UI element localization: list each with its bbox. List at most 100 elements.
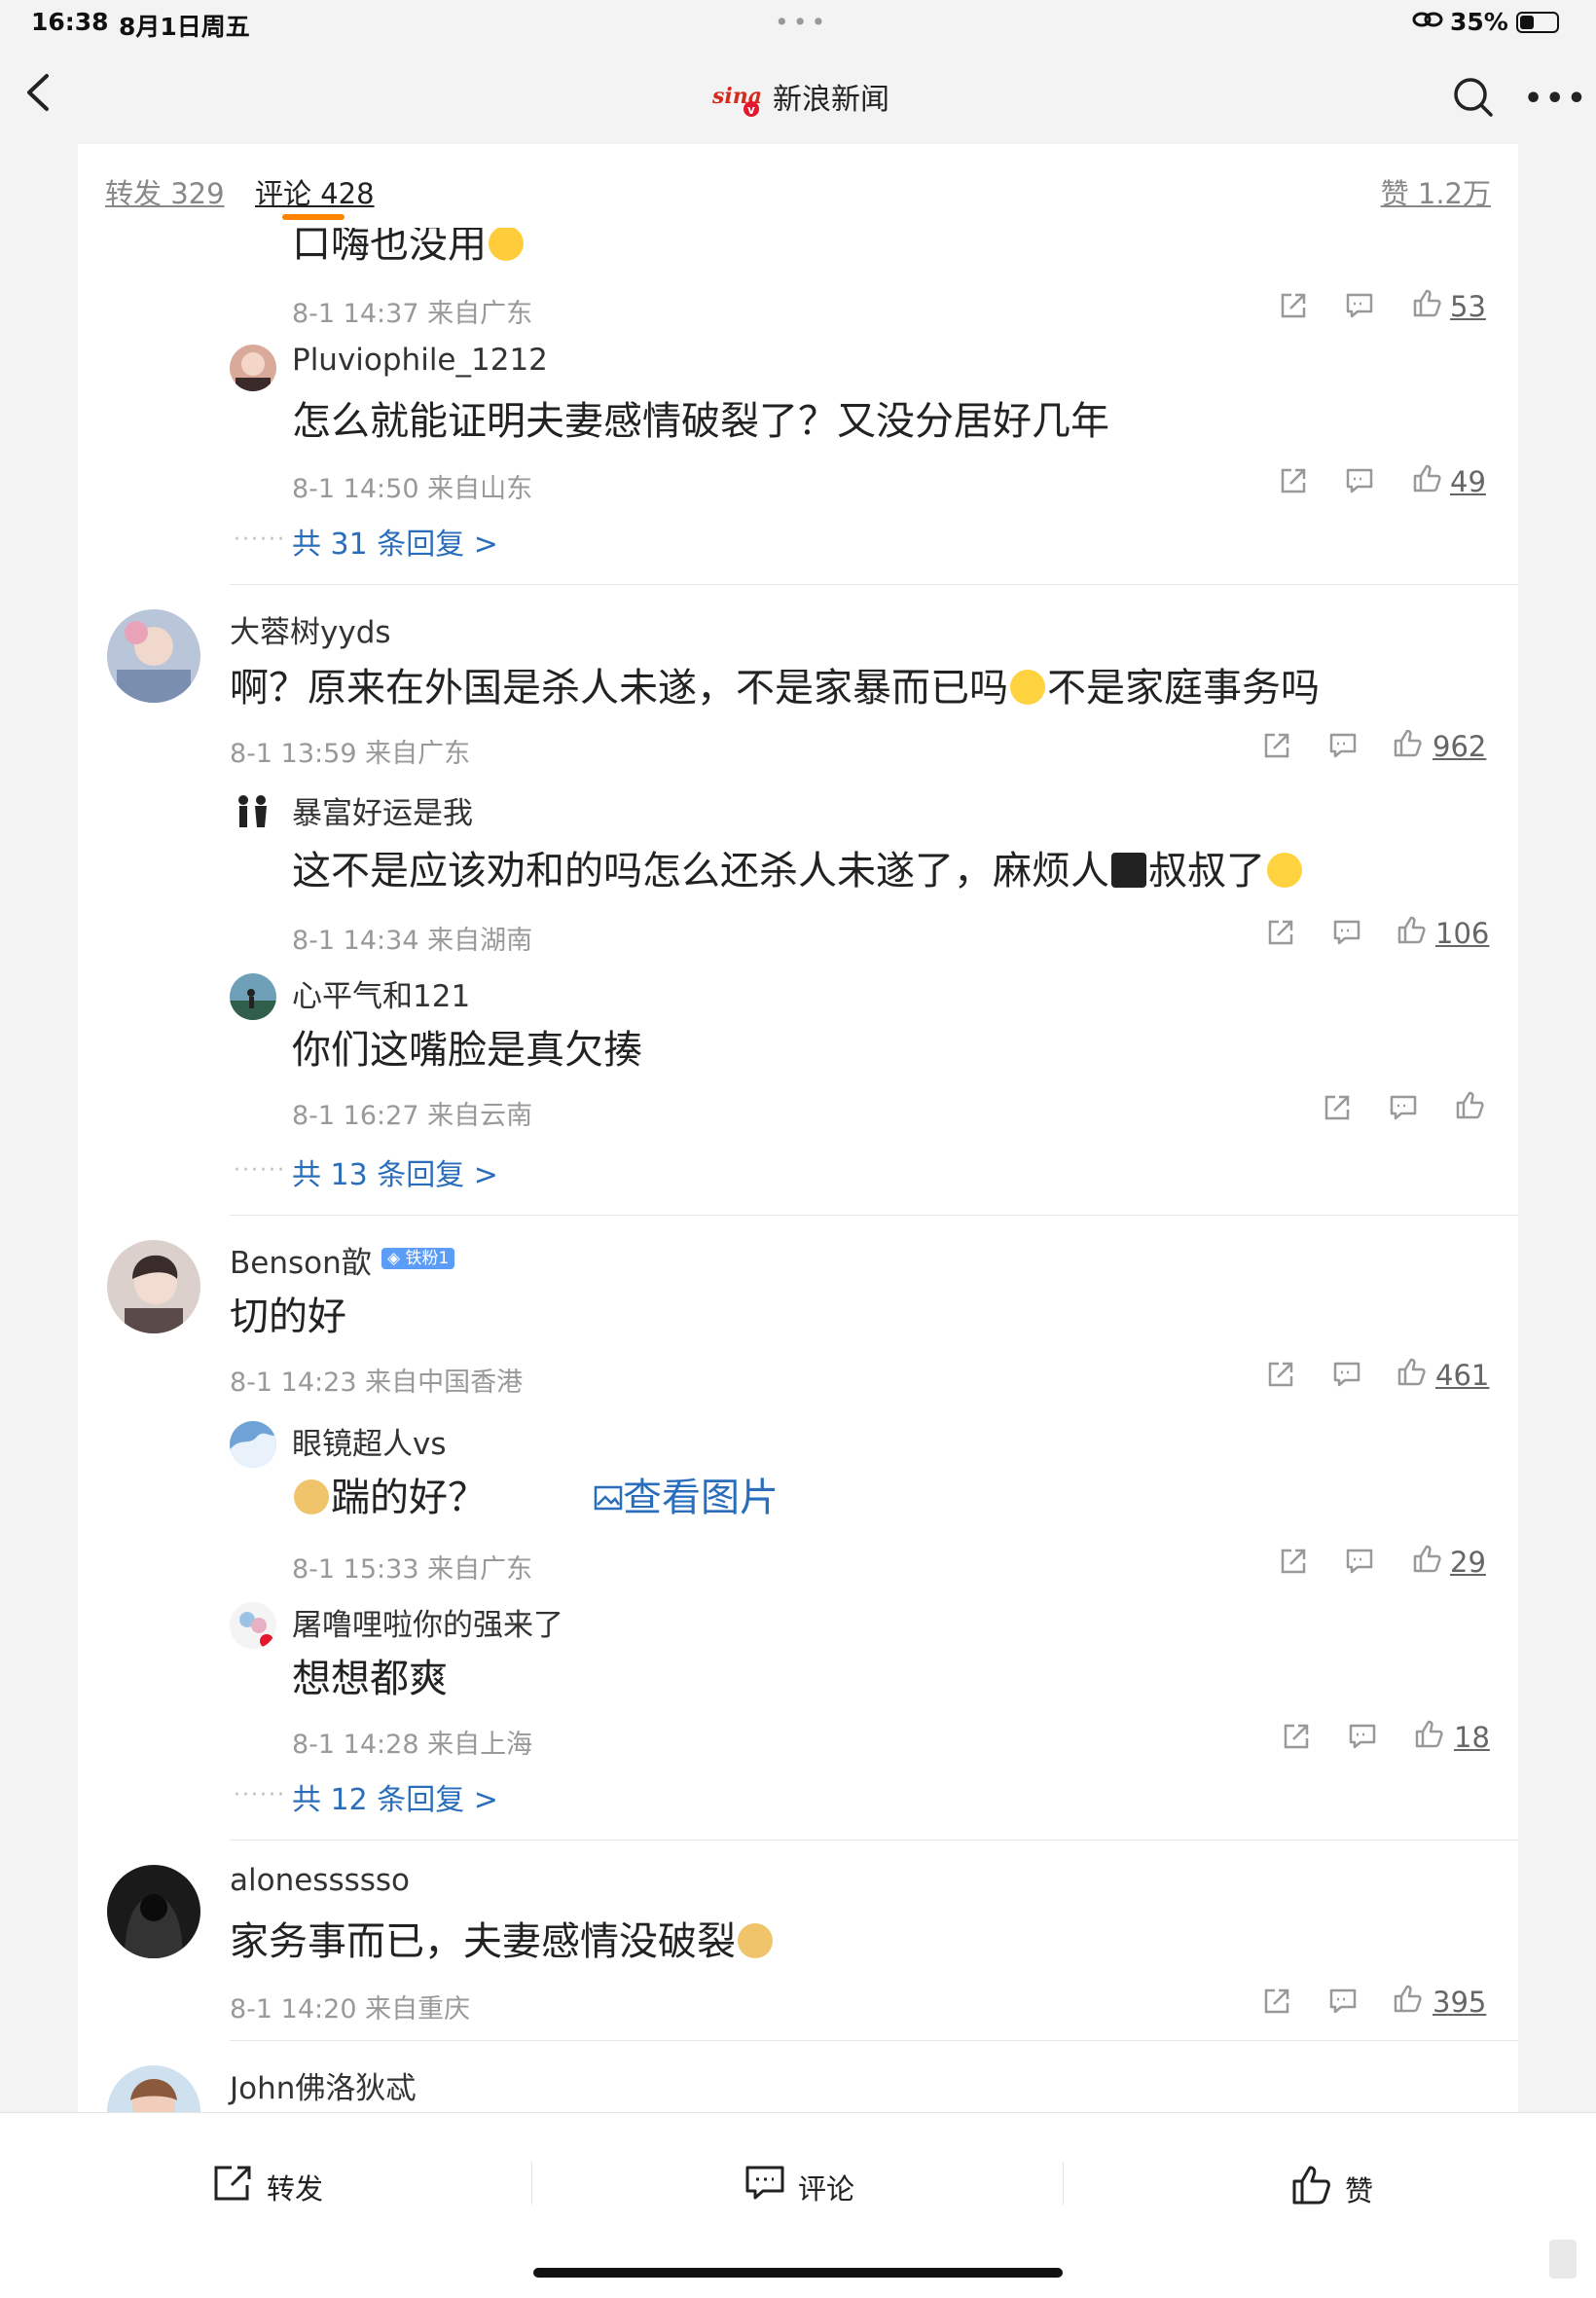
share-icon[interactable] (1281, 1721, 1312, 1752)
avatar[interactable] (230, 345, 276, 391)
reply-text: 你们这嘴脸是真欠揍 (292, 1028, 642, 1073)
like-count[interactable]: 53 (1450, 290, 1486, 323)
reply-meta: 8-1 15:33 来自广东 (292, 1554, 533, 1585)
left-gutter (0, 144, 78, 2112)
status-bar: 16:38 8月1日周五 ••• 35% (0, 0, 1596, 47)
comment-button[interactable]: 评论 (744, 2164, 854, 2209)
comment-icon[interactable] (1344, 1546, 1375, 1577)
comment-icon[interactable] (1388, 1092, 1419, 1123)
comment-icon (744, 2164, 786, 2209)
divider (230, 1215, 1518, 1216)
svg-text:v: v (747, 103, 755, 117)
like-count[interactable]: 29 (1450, 1546, 1486, 1579)
like-icon[interactable] (1454, 1090, 1485, 1121)
share-icon[interactable] (1278, 465, 1309, 496)
divider (230, 2040, 1518, 2041)
reply-text: 怎么就能证明夫妻感情破裂了？又没分居好几年 (292, 399, 1109, 444)
right-gutter (1518, 144, 1596, 2112)
comment-icon[interactable] (1347, 1721, 1378, 1752)
like-count[interactable]: 18 (1454, 1721, 1490, 1754)
tab-comment[interactable]: 评论 428 (255, 171, 375, 212)
avatar[interactable] (107, 1865, 200, 1958)
comment-list: 口嗨也没用 8-1 14:37 来自广东 53 Pluviophile_1212… (78, 228, 1518, 2112)
comment-author[interactable]: alonessssso (230, 1863, 410, 1898)
more-replies-link[interactable]: 共 12 条回复 > (292, 1775, 498, 1818)
reply-author[interactable]: 暴富好运是我 (292, 788, 473, 832)
dotted-leader: ······ (234, 528, 286, 552)
more-icon[interactable]: ••• (1524, 82, 1589, 116)
share-icon[interactable] (1261, 730, 1292, 761)
reply-author[interactable]: 眼镜超人vs (292, 1419, 447, 1463)
like-button[interactable]: 赞 (1290, 2164, 1373, 2213)
image-icon (594, 1476, 623, 1520)
search-icon[interactable] (1450, 74, 1497, 121)
share-icon[interactable] (1261, 1986, 1292, 2017)
like-count[interactable]: 461 (1435, 1359, 1489, 1392)
like-icon[interactable] (1396, 1357, 1427, 1388)
top-hat-emoji-icon (1111, 853, 1146, 888)
avatar[interactable] (230, 973, 276, 1020)
like-icon[interactable] (1411, 288, 1442, 319)
divider (230, 1840, 1518, 1841)
reply-meta: 8-1 14:28 来自上海 (292, 1730, 533, 1760)
avatar[interactable] (230, 790, 276, 837)
doge-emoji-icon (294, 1479, 329, 1514)
like-icon[interactable] (1411, 1544, 1442, 1575)
scroll-handle[interactable] (1549, 2240, 1577, 2279)
avatar[interactable] (230, 1602, 276, 1649)
dotted-leader: ······ (234, 1783, 286, 1807)
share-icon[interactable] (1265, 1359, 1296, 1390)
like-icon[interactable] (1411, 463, 1442, 494)
status-date: 8月1日周五 (119, 13, 250, 41)
like-icon[interactable] (1392, 1984, 1423, 2015)
comment-icon[interactable] (1327, 1986, 1359, 2017)
like-icon[interactable] (1413, 1719, 1444, 1750)
like-icon[interactable] (1396, 915, 1427, 946)
like-icon[interactable] (1392, 728, 1423, 759)
share-icon (212, 2164, 255, 2209)
more-replies-link[interactable]: 共 31 条回复 > (292, 520, 498, 563)
like-count[interactable]: 49 (1450, 465, 1486, 498)
back-icon[interactable] (19, 68, 58, 117)
view-image-link[interactable]: 查看图片 (594, 1466, 779, 1522)
comment-author[interactable]: John佛洛狄忒 (230, 2063, 416, 2107)
smile-emoji-icon (1010, 670, 1045, 705)
divider (230, 584, 1518, 585)
repost-button[interactable]: 转发 (212, 2164, 323, 2209)
reply-author[interactable]: 心平气和121 (292, 971, 470, 1015)
avatar[interactable] (107, 2065, 200, 2112)
comment-icon[interactable] (1344, 465, 1375, 496)
multitask-dots[interactable]: ••• (775, 8, 829, 36)
avatar[interactable] (230, 1421, 276, 1468)
comment-text: 家务事而已，夫妻感情没破裂 (230, 1910, 775, 1966)
like-count[interactable]: 395 (1433, 1986, 1486, 2019)
reply-author[interactable]: Pluviophile_1212 (292, 343, 548, 378)
comment-author[interactable]: Benson歆 (230, 1238, 372, 1282)
tab-repost[interactable]: 转发 329 (105, 171, 225, 212)
laugh-cry-emoji-icon (489, 228, 524, 261)
share-icon[interactable] (1322, 1092, 1353, 1123)
avatar[interactable] (107, 1240, 200, 1333)
avatar[interactable] (107, 609, 200, 703)
link-icon (1411, 8, 1444, 37)
repost-label: 转发 (267, 2171, 324, 2206)
tab-active-indicator (282, 214, 345, 220)
comment-icon[interactable] (1344, 290, 1375, 321)
like-count[interactable]: 962 (1433, 730, 1486, 763)
share-icon[interactable] (1265, 917, 1296, 948)
comment-icon[interactable] (1331, 1359, 1362, 1390)
comment-author[interactable]: 大蓉树yyds (230, 607, 391, 651)
tab-like[interactable]: 赞 1.2万 (1381, 171, 1491, 212)
share-icon[interactable] (1278, 290, 1309, 321)
top-nav: sina v 新浪新闻 ••• (0, 47, 1596, 145)
reply-author[interactable]: 屠噜哩啦你的强来了 (292, 1600, 563, 1644)
comment-icon[interactable] (1327, 730, 1359, 761)
reply-meta: 8-1 14:34 来自湖南 (292, 926, 533, 956)
like-count[interactable]: 106 (1435, 917, 1489, 950)
comment-icon[interactable] (1331, 917, 1362, 948)
status-time: 16:38 (31, 8, 109, 36)
home-indicator[interactable] (533, 2268, 1063, 2278)
share-icon[interactable] (1278, 1546, 1309, 1577)
reply-text: 想想都爽 (292, 1657, 448, 1701)
more-replies-link[interactable]: 共 13 条回复 > (292, 1150, 498, 1193)
